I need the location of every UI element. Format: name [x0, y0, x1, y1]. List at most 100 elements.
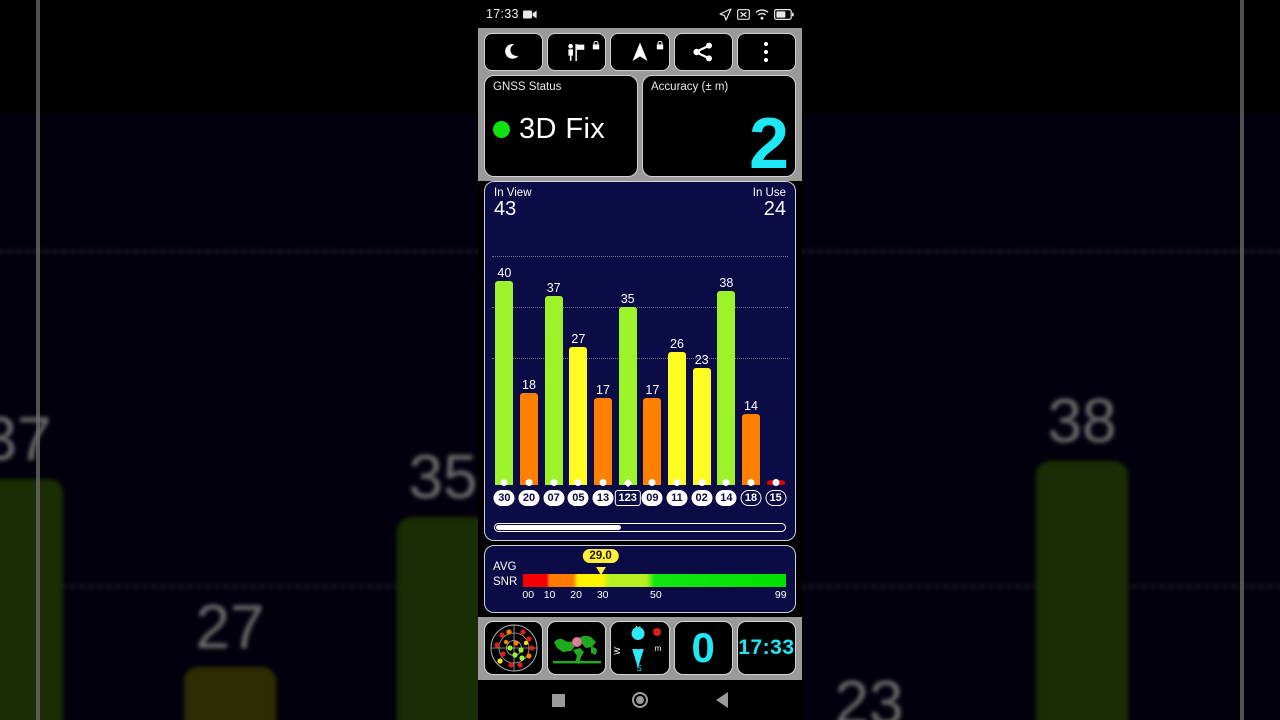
background-bar-label: 38 — [1022, 386, 1142, 457]
android-status-bar: 17:33 — [478, 0, 802, 28]
compass-icon: N S W m — [613, 623, 667, 673]
scrollbar-thumb[interactable] — [496, 525, 621, 530]
avg-snr-callout: 29.0 — [582, 549, 618, 563]
bar-value-label: 40 — [497, 266, 511, 280]
phone-screen: 17:33 — [478, 0, 802, 720]
satellite-id-badge[interactable]: 14 — [716, 490, 737, 506]
snr-tick-label: 00 — [522, 589, 534, 601]
satellite-id-badge[interactable]: 30 — [494, 490, 515, 506]
svg-text:S: S — [636, 664, 641, 673]
accuracy-card[interactable]: Accuracy (± m) 2 — [642, 75, 796, 177]
satellite-marker-dot — [649, 479, 656, 486]
in-view-value: 43 — [494, 199, 532, 220]
survey-marker-button[interactable] — [547, 33, 606, 71]
signal-bar — [742, 414, 760, 485]
video-camera-icon — [523, 9, 537, 20]
kebab-menu-icon — [763, 41, 769, 63]
snr-tick-label: 20 — [570, 589, 582, 601]
satellite-marker-dot — [723, 479, 730, 486]
map-view-button[interactable] — [547, 621, 606, 675]
signal-bar — [668, 352, 686, 485]
night-mode-button[interactable] — [484, 33, 543, 71]
avg-label: AVG — [493, 560, 517, 575]
snr-label: SNR — [493, 575, 517, 590]
satellite-id-badge[interactable]: 05 — [568, 490, 589, 506]
satellite-marker-dot — [575, 479, 582, 486]
satellite-id-strip: 3020070513123091102141815 — [492, 478, 788, 516]
bottom-button-bar: N S W m 0 17:33 — [478, 617, 802, 680]
in-use-value: 24 — [753, 199, 786, 220]
snr-tick-label: 10 — [544, 589, 556, 601]
background-bar — [1036, 461, 1128, 720]
moon-icon — [504, 42, 524, 62]
signal-bar — [495, 281, 513, 485]
signal-bar — [619, 307, 637, 486]
back-button-icon[interactable] — [716, 692, 728, 708]
satellite-marker-dot — [600, 479, 607, 486]
bar-value-label: 17 — [596, 383, 610, 397]
satellite-id-badge[interactable]: 02 — [691, 490, 712, 506]
sky-plot-icon — [489, 623, 539, 673]
recents-button-icon[interactable] — [552, 694, 565, 707]
sky-plot-button[interactable] — [484, 621, 543, 675]
bar-value-label: 14 — [744, 399, 758, 413]
location-arrow-icon — [719, 8, 732, 21]
background-bar-label: 23 — [809, 668, 929, 720]
background-bar — [184, 667, 276, 720]
satellite-marker-dot — [623, 479, 631, 487]
gnss-status-card[interactable]: GNSS Status 3D Fix — [484, 75, 638, 177]
wifi-icon — [755, 9, 769, 20]
share-button[interactable] — [674, 33, 733, 71]
bar-group: 4018372717351726233814 — [492, 230, 788, 485]
navigation-button[interactable] — [610, 33, 669, 71]
status-bar-clock: 17:33 — [486, 7, 519, 21]
satellite-marker-dot — [501, 479, 508, 486]
satellite-id-badge[interactable]: 15 — [765, 490, 786, 506]
status-card-row: GNSS Status 3D Fix Accuracy (± m) 2 — [478, 75, 802, 181]
lock-icon — [656, 37, 664, 46]
gnss-fix-value: 3D Fix — [519, 113, 605, 146]
no-sim-icon — [737, 9, 750, 20]
compass-button[interactable]: N S W m — [610, 621, 669, 675]
bar-value-label: 26 — [670, 337, 684, 351]
clock-readout-button[interactable]: 17:33 — [737, 621, 796, 675]
satellite-id-badge[interactable]: 20 — [519, 490, 540, 506]
home-button-icon[interactable] — [632, 692, 648, 708]
speed-value: 0 — [692, 627, 715, 669]
satellite-marker-dot — [772, 479, 779, 486]
signal-bar — [520, 393, 538, 485]
satellite-id-badge[interactable]: 18 — [741, 490, 762, 506]
speed-readout-button[interactable]: 0 — [674, 621, 733, 675]
satellite-chart-panel[interactable]: In View 43 In Use 24 4018372717351726233… — [484, 181, 796, 541]
satellite-id-badge[interactable]: 09 — [642, 490, 663, 506]
person-with-flag-icon — [566, 42, 588, 62]
bar-value-label: 23 — [695, 353, 709, 367]
signal-bar — [693, 368, 711, 485]
accuracy-title: Accuracy (± m) — [651, 81, 787, 93]
avg-snr-callout-tail — [596, 567, 606, 575]
satellite-id-badge[interactable]: 123 — [614, 490, 640, 506]
background-bar-label: 27 — [170, 592, 290, 663]
svg-text:m: m — [655, 644, 662, 653]
satellite-id-badge[interactable]: 13 — [593, 490, 614, 506]
overflow-menu-button[interactable] — [737, 33, 796, 71]
bar-value-label: 37 — [547, 281, 561, 295]
satellite-id-badge[interactable]: 07 — [543, 490, 564, 506]
fix-indicator-dot — [493, 121, 510, 138]
snr-gradient-bar — [523, 574, 786, 587]
satellite-id-badge[interactable]: 11 — [667, 490, 688, 506]
bar-value-label: 27 — [571, 332, 585, 346]
clock-value: 17:33 — [738, 636, 794, 660]
chart-horizontal-scrollbar[interactable] — [494, 523, 786, 532]
share-icon — [692, 42, 714, 62]
satellite-marker-dot — [698, 479, 705, 486]
bar-value-label: 17 — [645, 383, 659, 397]
signal-bar — [545, 296, 563, 485]
gnss-status-title: GNSS Status — [493, 81, 629, 93]
signal-bar-chart: 4018372717351726233814 — [492, 230, 788, 485]
navigation-arrow-icon — [630, 41, 650, 63]
screen-root: 401837273526233814 17:33 — [0, 0, 1280, 720]
snr-scale-ticks: 001020305099 — [523, 589, 786, 603]
battery-icon — [774, 9, 794, 20]
signal-bar — [717, 291, 735, 485]
